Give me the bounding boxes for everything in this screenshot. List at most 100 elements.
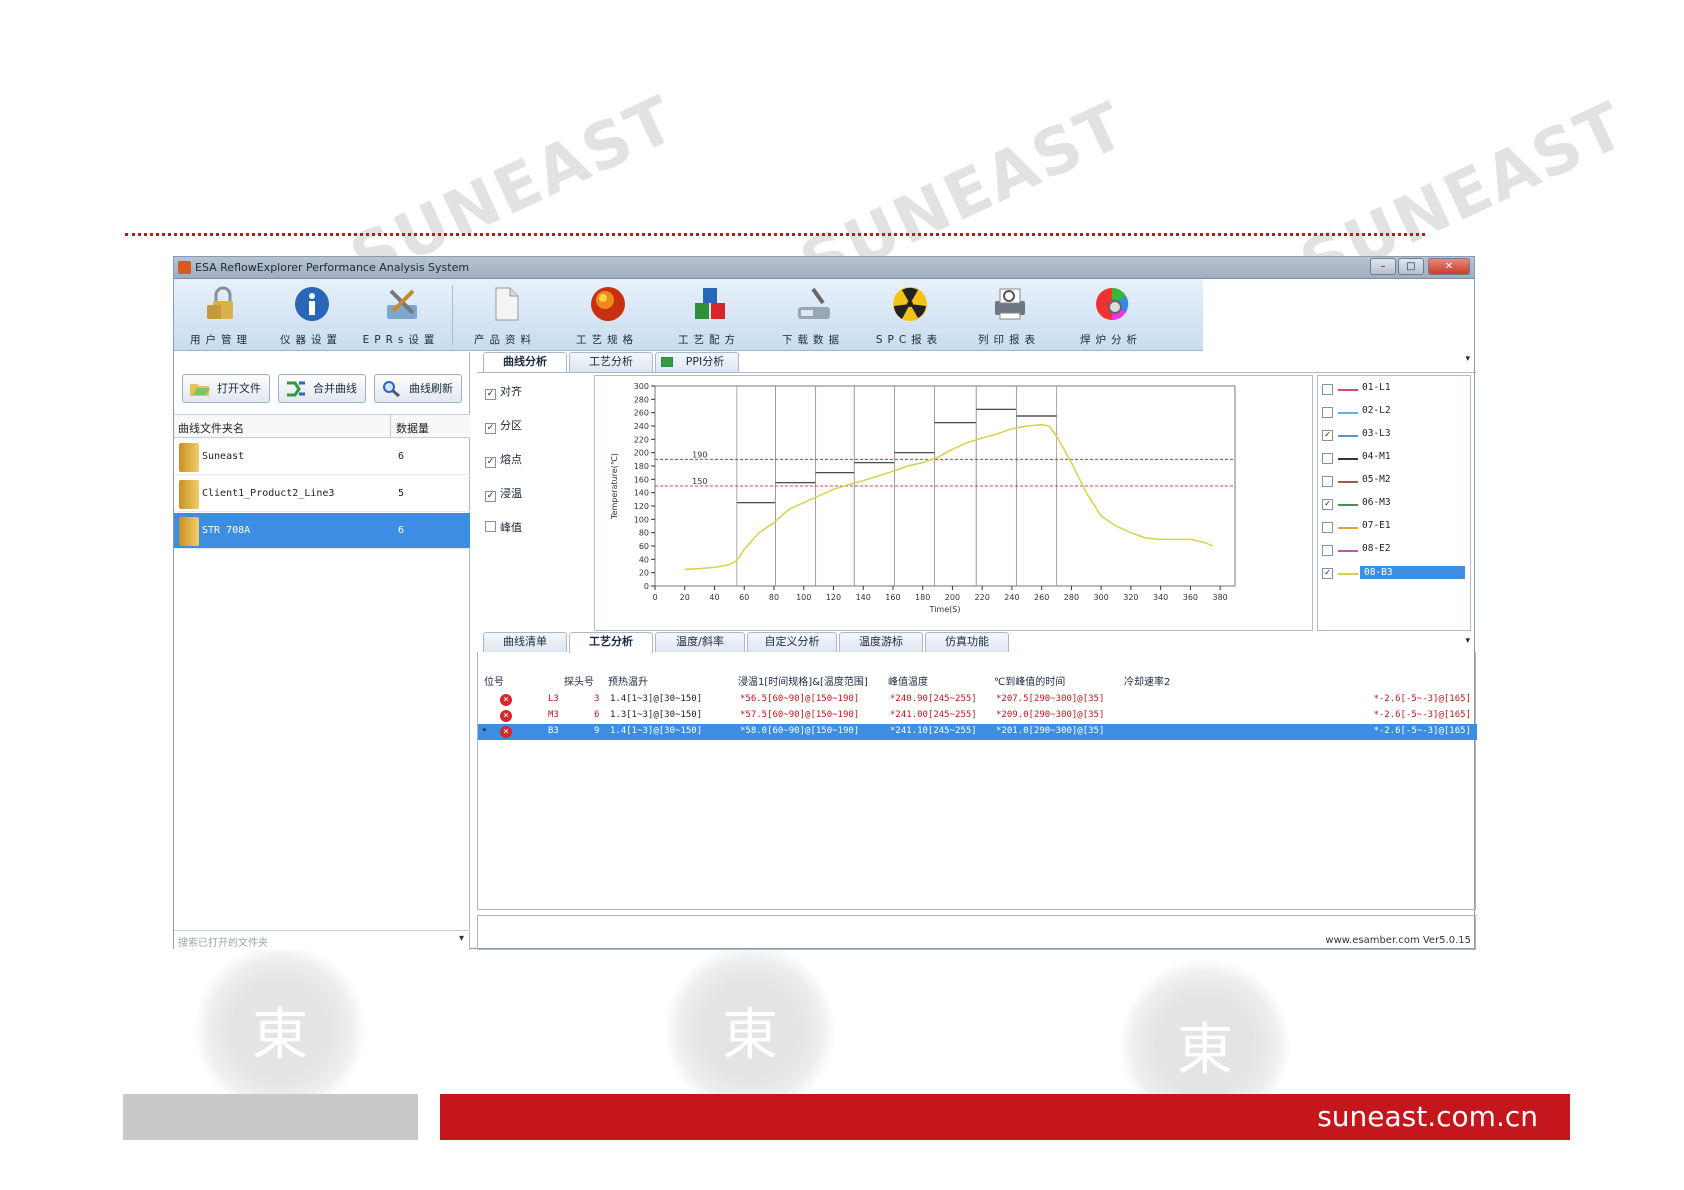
toolbar-user-management[interactable]: 用户管理 — [176, 279, 266, 351]
option-align[interactable]: ✓ 对齐 — [485, 383, 522, 400]
legend-label: 06-M3 — [1362, 497, 1391, 508]
y-tick-label: 120 — [634, 502, 649, 511]
y-tick-label: 180 — [634, 462, 649, 471]
y-tick-label: 240 — [634, 422, 649, 431]
toolbar-label: 工艺配方 — [678, 334, 740, 346]
toolbar-process-recipe[interactable]: 工艺配方 — [664, 279, 754, 351]
legend-checkbox[interactable]: ✓ — [1322, 430, 1333, 441]
legend-checkbox[interactable] — [1322, 522, 1333, 533]
header-cooling[interactable]: 冷却速率2 — [1124, 674, 1170, 691]
toolbar-process-spec[interactable]: 工艺规格 — [562, 279, 652, 351]
legend-item[interactable]: ✓ 06-M3 — [1322, 495, 1468, 513]
legend-checkbox[interactable]: ✓ — [1322, 499, 1333, 510]
legend-item[interactable]: 01-L1 — [1322, 380, 1468, 398]
checkbox-zone[interactable]: ✓ — [485, 423, 496, 434]
grid-dropdown-icon[interactable]: ▾ — [1465, 636, 1470, 646]
checkbox-soak[interactable]: ✓ — [485, 491, 496, 502]
info-icon — [295, 287, 329, 321]
header-preheat[interactable]: 预热温升 — [608, 674, 648, 691]
tab-curve-list[interactable]: 曲线清单 — [483, 632, 567, 652]
refresh-curves-button[interactable]: 曲线刷新 — [374, 374, 462, 403]
panel-dropdown-icon[interactable]: ▾ — [1465, 354, 1470, 364]
tab-process-analysis-grid[interactable]: 工艺分析 — [569, 632, 653, 653]
legend-item[interactable]: 02-L2 — [1322, 403, 1468, 421]
legend-checkbox[interactable] — [1322, 476, 1333, 487]
toolbar-spc-report[interactable]: SPC报表 — [864, 279, 954, 351]
toolbar-download-data[interactable]: 下载数据 — [768, 279, 858, 351]
tab-curve-analysis[interactable]: 曲线分析 — [483, 352, 567, 373]
option-melting-point[interactable]: ✓ 熔点 — [485, 451, 522, 468]
option-peak[interactable]: 峰值 — [485, 519, 522, 535]
y-tick-label: 280 — [634, 395, 649, 404]
legend-swatch — [1338, 389, 1358, 391]
logo-watermark: 東 — [665, 945, 835, 1115]
file-row[interactable]: Suneast 6 — [174, 439, 470, 475]
legend-item[interactable]: 04-M1 — [1322, 449, 1468, 467]
y-tick-label: 260 — [634, 409, 649, 418]
merge-curves-button[interactable]: 合并曲线 — [278, 374, 366, 403]
header-probe[interactable]: 探头号 — [564, 674, 594, 691]
toolbar-label: 仪器设置 — [280, 334, 342, 346]
status-bar: www.esamber.com Ver5.0.15 — [477, 915, 1476, 950]
tab-custom-analysis[interactable]: 自定义分析 — [747, 632, 837, 652]
header-position[interactable]: 位号 — [484, 674, 504, 691]
cell-soak: *58.0[60~90]@[150~190] — [740, 726, 860, 736]
legend-checkbox[interactable] — [1322, 384, 1333, 395]
folder-search-input[interactable]: 搜索已打开的文件夹 ▾ — [174, 930, 470, 950]
version-text: www.esamber.com Ver5.0.15 — [1325, 935, 1471, 946]
option-zone[interactable]: ✓ 分区 — [485, 417, 522, 434]
tab-simulation[interactable]: 仿真功能 — [925, 632, 1009, 652]
x-tick-label: 140 — [856, 593, 871, 602]
file-row[interactable]: Client1_Product2_Line3 5 — [174, 476, 470, 512]
dotted-divider — [125, 233, 1425, 236]
tab-process-analysis[interactable]: 工艺分析 — [569, 352, 653, 372]
tab-temp-cursor[interactable]: 温度游标 — [839, 632, 923, 652]
table-row-selected[interactable]: ▸ ✕ B3 9 1.4[1~3]@[30~150] *58.0[60~90]@… — [478, 724, 1477, 740]
download-device-icon — [798, 287, 830, 319]
minimize-button[interactable]: – — [1370, 258, 1396, 275]
cell-cooling: *-2.6[-5~-3]@[165] — [1373, 726, 1471, 736]
x-tick-label: 40 — [709, 593, 719, 602]
header-peak[interactable]: 峰值温度 — [888, 674, 928, 691]
toolbar-eprs-settings[interactable]: EPRs设置 — [356, 279, 446, 351]
maximize-button[interactable]: □ — [1398, 258, 1424, 275]
close-button[interactable]: ✕ — [1428, 258, 1470, 275]
legend-checkbox[interactable]: ✓ — [1322, 568, 1333, 579]
header-soak[interactable]: 浸温1[时间规格]&[温度范围] — [738, 674, 868, 691]
legend-item[interactable]: ✓ 08-B3 — [1322, 564, 1468, 582]
toolbar-oven-analysis[interactable]: 焊炉分析 — [1066, 279, 1156, 351]
toolbar-print-report[interactable]: 列印报表 — [964, 279, 1054, 351]
legend-checkbox[interactable] — [1322, 453, 1333, 464]
legend-label: 08-B3 — [1360, 566, 1465, 579]
legend-item[interactable]: 05-M2 — [1322, 472, 1468, 490]
tab-ppi-analysis[interactable]: PPI分析 — [655, 352, 739, 372]
legend-item[interactable]: 07-E1 — [1322, 518, 1468, 536]
toolbar-instrument-settings[interactable]: 仪器设置 — [266, 279, 356, 351]
legend-item[interactable]: ✓ 03-L3 — [1322, 426, 1468, 444]
cell-preheat: 1.4[1~3]@[30~150] — [610, 726, 703, 736]
checkbox-melting-point[interactable]: ✓ — [485, 457, 496, 468]
column-folder-name[interactable]: 曲线文件夹名 — [178, 420, 244, 436]
table-row[interactable]: ✕ L3 3 1.4[1~3]@[30~150] *56.5[60~90]@[1… — [478, 692, 1477, 708]
legend-label: 03-L3 — [1362, 428, 1391, 439]
analysis-panel: 曲线分析 工艺分析 PPI分析 ▾ ✓ 对齐 ✓ 分区 ✓ 熔点 ✓ 浸温 峰值 0 20… — [477, 352, 1477, 950]
table-row[interactable]: ✕ M3 6 1.3[1~3]@[30~150] *57.5[60~90]@[1… — [478, 708, 1477, 724]
checkbox-align[interactable]: ✓ — [485, 389, 496, 400]
file-row-selected[interactable]: STR 708A 6 — [174, 513, 470, 549]
toolbar-product-data[interactable]: 产品资料 — [460, 279, 550, 351]
open-file-button[interactable]: 打开文件 — [182, 374, 270, 403]
legend-checkbox[interactable] — [1322, 545, 1333, 556]
column-data-count[interactable]: 数据量 — [396, 420, 429, 436]
checkbox-peak[interactable] — [485, 521, 496, 532]
y-tick-label: 160 — [634, 475, 649, 484]
cell-peak: *240.90[245~255] — [890, 694, 977, 704]
header-time-to-peak[interactable]: ℃到峰值的时间 — [994, 674, 1065, 691]
legend-checkbox[interactable] — [1322, 407, 1333, 418]
dropdown-arrow-icon[interactable]: ▾ — [459, 933, 464, 944]
tab-temp-slope[interactable]: 温度/斜率 — [655, 632, 745, 652]
folder-icon — [179, 443, 199, 472]
legend-item[interactable]: 08-E2 — [1322, 541, 1468, 559]
option-soak[interactable]: ✓ 浸温 — [485, 485, 522, 502]
y-tick-label: 60 — [639, 542, 649, 551]
legend-swatch — [1338, 504, 1358, 506]
